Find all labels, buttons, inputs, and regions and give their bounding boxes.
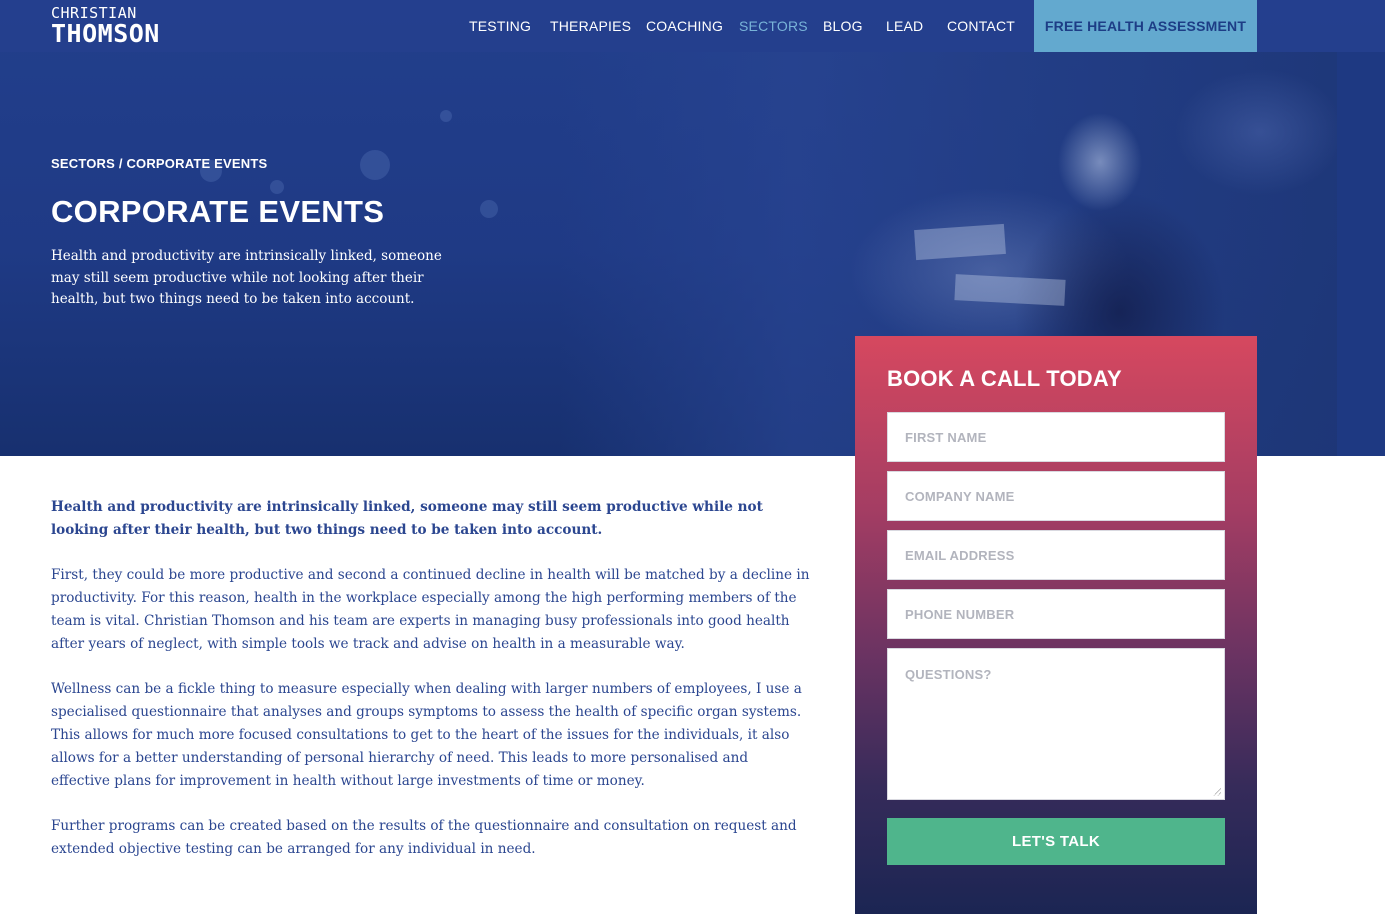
site-logo[interactable]: CHRISTIAN THOMSON — [51, 6, 160, 48]
article-body: Health and productivity are intrinsicall… — [51, 496, 811, 884]
phone-field[interactable]: PHONE NUMBER — [887, 589, 1225, 639]
first-name-placeholder: FIRST NAME — [905, 429, 987, 445]
form-title: BOOK A CALL TODAY — [887, 366, 1122, 391]
photo-detail — [954, 274, 1066, 306]
lets-talk-button[interactable]: LET'S TALK — [887, 818, 1225, 865]
photo-detail — [914, 223, 1006, 261]
nav-item-testing[interactable]: TESTING — [469, 18, 531, 34]
nav-item-coaching[interactable]: COACHING — [646, 18, 723, 34]
free-health-assessment-button[interactable]: FREE HEALTH ASSESSMENT — [1034, 0, 1257, 52]
questions-textarea[interactable]: QUESTIONS? — [887, 648, 1225, 800]
company-name-placeholder: COMPANY NAME — [905, 488, 1015, 504]
nav-item-contact[interactable]: CONTACT — [947, 18, 1015, 34]
bokeh-decoration — [440, 110, 452, 122]
hero-edge — [1337, 52, 1385, 456]
article-paragraph: Further programs can be created based on… — [51, 818, 797, 857]
email-placeholder: EMAIL ADDRESS — [905, 547, 1015, 563]
logo-last-name: THOMSON — [51, 19, 160, 48]
bokeh-decoration — [360, 150, 390, 180]
breadcrumb: SECTORS / CORPORATE EVENTS — [51, 156, 268, 171]
company-name-field[interactable]: COMPANY NAME — [887, 471, 1225, 521]
questions-placeholder: QUESTIONS? — [905, 667, 992, 682]
top-navigation-bar: CHRISTIAN THOMSON TESTING THERAPIES COAC… — [0, 0, 1385, 52]
hero-intro-text: Health and productivity are intrinsicall… — [51, 248, 442, 307]
nav-item-lead[interactable]: LEAD — [886, 18, 923, 34]
phone-placeholder: PHONE NUMBER — [905, 606, 1015, 622]
nav-item-therapies[interactable]: THERAPIES — [550, 18, 631, 34]
first-name-field[interactable]: FIRST NAME — [887, 412, 1225, 462]
article-paragraph: First, they could be more productive and… — [51, 567, 810, 652]
resize-handle-icon[interactable] — [1213, 788, 1221, 796]
email-field[interactable]: EMAIL ADDRESS — [887, 530, 1225, 580]
article-lead-paragraph: Health and productivity are intrinsicall… — [51, 499, 763, 538]
nav-item-sectors[interactable]: SECTORS — [739, 18, 808, 34]
bokeh-decoration — [270, 180, 284, 194]
article-paragraph: Wellness can be a fickle thing to measur… — [51, 681, 802, 789]
book-call-form: BOOK A CALL TODAY FIRST NAME COMPANY NAM… — [855, 336, 1257, 914]
page-title: CORPORATE EVENTS — [51, 194, 385, 229]
nav-item-blog[interactable]: BLOG — [823, 18, 863, 34]
bokeh-decoration — [480, 200, 498, 218]
